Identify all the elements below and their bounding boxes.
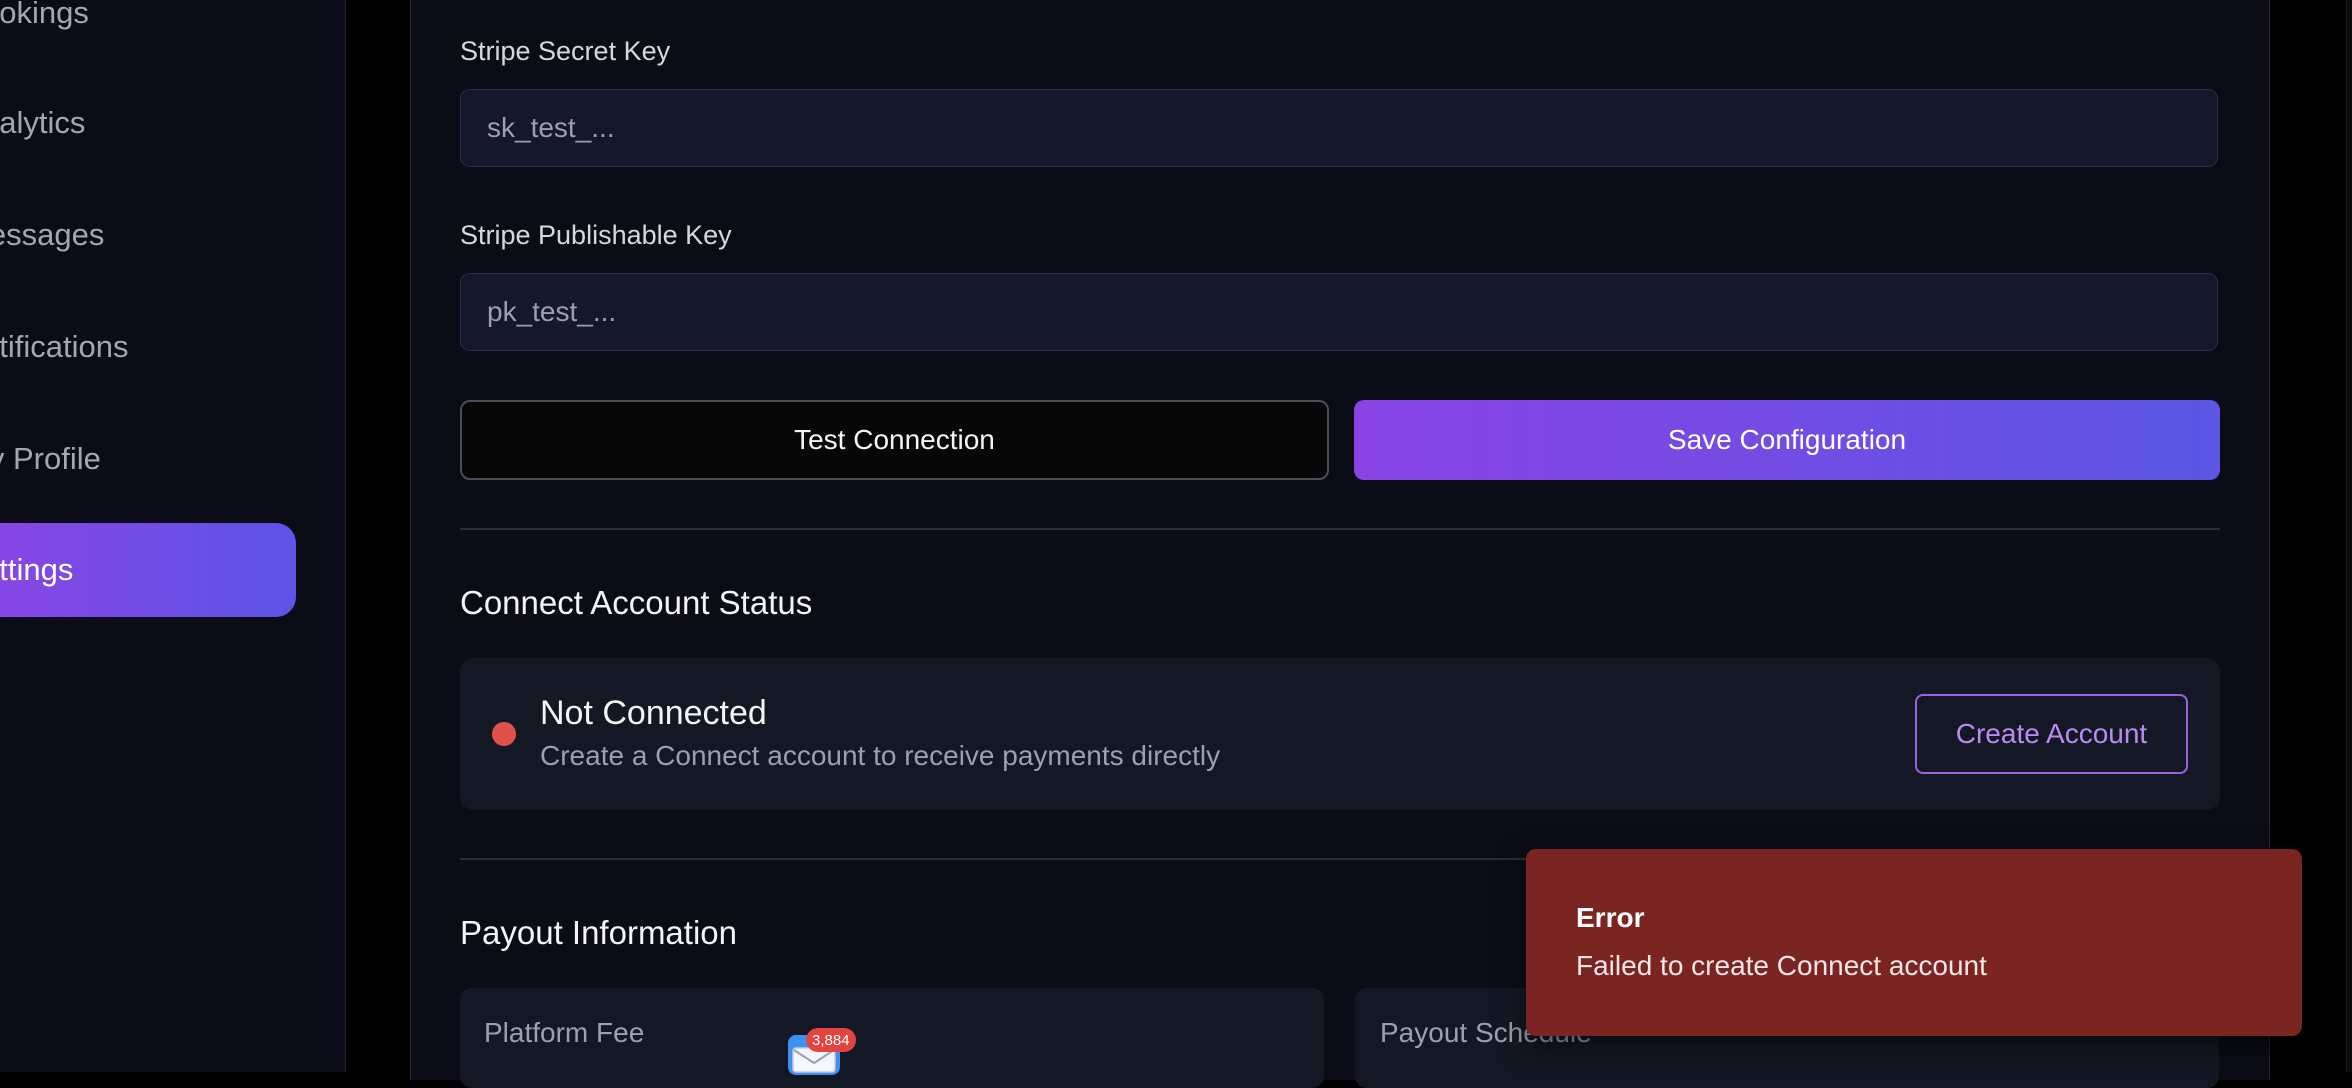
stripe-secret-key-label: Stripe Secret Key [460, 36, 671, 66]
status-indicator-dot [492, 722, 516, 746]
sidebar-item-bookings[interactable]: ookings [0, 0, 296, 60]
sidebar-item-label: ly Profile [0, 441, 101, 476]
connect-account-status-title: Connect Account Status [460, 584, 813, 621]
sidebar-item-label: ookings [0, 0, 89, 30]
sidebar: ookings nalytics lessages otifications l… [0, 0, 346, 1072]
platform-fee-label: Platform Fee [484, 1017, 645, 1048]
toast-title: Error [1576, 902, 1645, 933]
sidebar-item-label: ettings [0, 552, 74, 587]
sidebar-item-settings[interactable]: ettings [0, 523, 296, 617]
stripe-secret-key-input[interactable] [460, 89, 2218, 167]
sidebar-item-my-profile[interactable]: ly Profile [0, 412, 296, 506]
test-connection-button[interactable]: Test Connection [460, 400, 1329, 480]
payout-information-title: Payout Information [460, 914, 737, 951]
section-divider [460, 528, 2220, 530]
window-edge [2346, 0, 2352, 1072]
sidebar-item-notifications[interactable]: otifications [0, 300, 296, 394]
stripe-publishable-key-input[interactable] [460, 273, 2218, 351]
sidebar-item-messages[interactable]: lessages [0, 188, 296, 282]
create-account-button[interactable]: Create Account [1915, 694, 2188, 774]
connect-status-title: Not Connected [540, 694, 767, 732]
error-toast[interactable]: Error Failed to create Connect account [1526, 849, 2302, 1036]
connect-status-description: Create a Connect account to receive paym… [540, 740, 1221, 771]
sidebar-item-label: nalytics [0, 105, 86, 140]
sidebar-item-label: otifications [0, 329, 129, 364]
stripe-publishable-key-label: Stripe Publishable Key [460, 220, 732, 250]
mail-badge: 3,884 [806, 1028, 856, 1052]
sidebar-item-analytics[interactable]: nalytics [0, 76, 296, 170]
save-configuration-button[interactable]: Save Configuration [1354, 400, 2220, 480]
toast-message: Failed to create Connect account [1576, 950, 1987, 981]
sidebar-item-label: lessages [0, 217, 105, 252]
app-window: ookings nalytics lessages otifications l… [0, 0, 2352, 1088]
